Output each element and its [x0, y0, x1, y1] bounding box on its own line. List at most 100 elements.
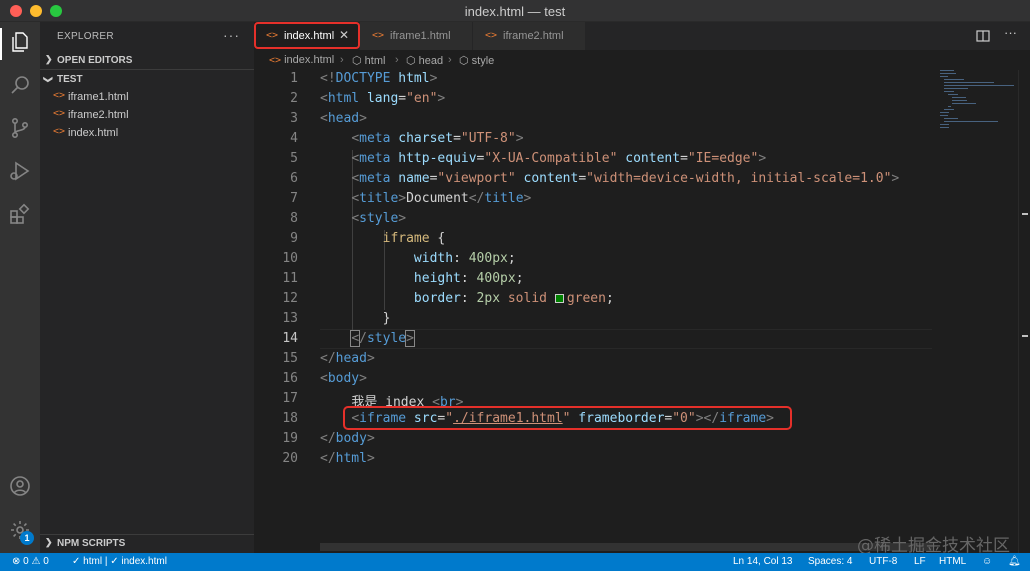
line-number: 17 [282, 391, 298, 406]
html-file-icon: <> [53, 108, 66, 119]
file-name: index.html [68, 127, 119, 139]
language-check-status[interactable]: ✓ html | ✓ index.html [72, 556, 167, 567]
breadcrumb-label: head [418, 55, 444, 67]
npm-scripts-label: NPM SCRIPTS [57, 538, 126, 549]
breadcrumb-file[interactable]: <> index.html [269, 54, 334, 66]
line-number: 4 [290, 131, 298, 146]
code-line: 9 iframe { [254, 230, 932, 250]
line-number: 3 [290, 111, 298, 126]
line-number: 9 [290, 231, 298, 246]
line-number: 8 [290, 211, 298, 226]
cursor-position[interactable]: Ln 14, Col 13 [733, 556, 793, 567]
line-number: 2 [290, 91, 298, 106]
code-line: 3 <head> [254, 110, 932, 130]
iframe-line-highlight [343, 406, 792, 430]
code-editor[interactable]: 1 <!DOCTYPE html> 2 <html lang="en"> 3 <… [254, 70, 932, 553]
indentation-setting[interactable]: Spaces: 4 [808, 556, 852, 567]
code-line: 5 <meta http-equiv="X-UA-Compatible" con… [254, 150, 932, 170]
error-count: 0 [23, 556, 29, 567]
line-number: 18 [282, 411, 298, 426]
notifications-bell-icon[interactable]: 🔔︎ [1008, 556, 1021, 567]
status-bar: ⊗ 0 ⚠ 0 ✓ html | ✓ index.html Ln 14, Col… [0, 553, 1030, 571]
breadcrumb-separator: › [340, 54, 344, 66]
code-line: 10 width: 400px; [254, 250, 932, 270]
file-item-index[interactable]: <> index.html [40, 124, 254, 142]
minimap[interactable] [932, 70, 1018, 553]
tab-iframe2-html[interactable]: <> iframe2.html [473, 22, 586, 50]
active-indicator [0, 28, 2, 60]
code-line: 2 <html lang="en"> [254, 90, 932, 110]
eol-setting[interactable]: LF [914, 556, 926, 567]
notification-badge: 1 [20, 531, 34, 545]
tab-iframe1-html[interactable]: <> iframe1.html [360, 22, 473, 50]
code-line: 6 <meta name="viewport" content="width=d… [254, 170, 932, 190]
line-number: 16 [282, 371, 298, 386]
vertical-scrollbar[interactable] [1018, 70, 1030, 553]
explorer-header: EXPLORER [57, 31, 114, 42]
scroll-position-marker [1022, 335, 1028, 337]
line-number: 5 [290, 151, 298, 166]
split-editor-icon[interactable] [975, 28, 991, 44]
extensions-icon[interactable] [8, 202, 32, 226]
breadcrumb-style[interactable]: ⬡ style [459, 54, 494, 67]
breadcrumb-head[interactable]: ⬡ head [406, 54, 443, 67]
encoding-setting[interactable]: UTF-8 [869, 556, 897, 567]
explorer-sidebar: EXPLORER ··· ❯ OPEN EDITORS ❯ TEST <> if… [40, 22, 254, 553]
file-item-iframe2[interactable]: <> iframe2.html [40, 106, 254, 124]
code-line: 1 <!DOCTYPE html> [254, 70, 932, 90]
file-name: iframe1.html [68, 91, 129, 103]
breadcrumb-html[interactable]: ⬡ html [352, 54, 385, 67]
title-bar: index.html — test [0, 0, 1030, 22]
test-folder-section[interactable]: ❯ TEST [40, 70, 254, 89]
tab-label: iframe2.html [503, 30, 564, 42]
code-line: 4 <meta charset="UTF-8"> [254, 130, 932, 150]
breadcrumb-label: index.html [284, 54, 335, 66]
html-file-icon: <> [269, 55, 282, 66]
html-file-icon: <> [485, 30, 498, 41]
line-number: 7 [290, 191, 298, 206]
code-line: 15 </head> [254, 350, 932, 370]
source-control-icon[interactable] [8, 116, 32, 140]
open-editors-section[interactable]: ❯ OPEN EDITORS [40, 51, 254, 70]
problems-indicator[interactable]: ⊗ 0 ⚠ 0 [12, 556, 49, 567]
editor-tab-bar: <> index.html ✕ <> iframe1.html <> ifram… [254, 22, 1030, 50]
line-number: 19 [282, 431, 298, 446]
line-number: 1 [290, 71, 298, 86]
breadcrumb-separator: › [448, 54, 452, 66]
code-line: 16 <body> [254, 370, 932, 390]
more-actions-icon[interactable]: ··· [1004, 25, 1020, 41]
search-icon[interactable] [8, 73, 32, 97]
chevron-right-icon: ❯ [45, 54, 53, 64]
color-swatch-icon[interactable] [554, 294, 564, 303]
code-line: 19 </body> [254, 430, 932, 450]
explorer-icon[interactable] [8, 30, 32, 54]
open-editors-label: OPEN EDITORS [57, 55, 133, 66]
breadcrumb: <> index.html › ⬡ html › ⬡ head › ⬡ styl… [254, 50, 1030, 70]
code-line-active: 14 </style> [254, 330, 932, 350]
line-number: 6 [290, 171, 298, 186]
symbol-icon: ⬡ [352, 55, 362, 67]
line-number: 11 [282, 271, 298, 286]
feedback-icon[interactable]: ☺ [982, 556, 992, 567]
account-icon[interactable] [8, 474, 32, 498]
line-number: 14 [282, 331, 298, 346]
language-mode[interactable]: HTML [939, 556, 966, 567]
code-line: 13 } [254, 310, 932, 330]
code-line: 7 <title>Document</title> [254, 190, 932, 210]
file-item-iframe1[interactable]: <> iframe1.html [40, 88, 254, 106]
line-number: 10 [282, 251, 298, 266]
code-line: 8 <style> [254, 210, 932, 230]
line-number: 20 [282, 451, 298, 466]
check-icon: ✓ [72, 556, 81, 567]
html-file-icon: <> [53, 126, 66, 137]
symbol-icon: ⬡ [459, 55, 469, 67]
run-debug-icon[interactable] [8, 159, 32, 183]
npm-scripts-section[interactable]: ❯ NPM SCRIPTS [40, 534, 254, 553]
symbol-icon: ⬡ [406, 55, 416, 67]
line-number: 12 [282, 291, 298, 306]
horizontal-scrollbar[interactable] [320, 543, 932, 551]
html-file-icon: <> [53, 90, 66, 101]
activity-bar: 1 [0, 22, 40, 553]
more-actions-icon[interactable]: ··· [223, 27, 240, 43]
warning-count: 0 [43, 556, 49, 567]
